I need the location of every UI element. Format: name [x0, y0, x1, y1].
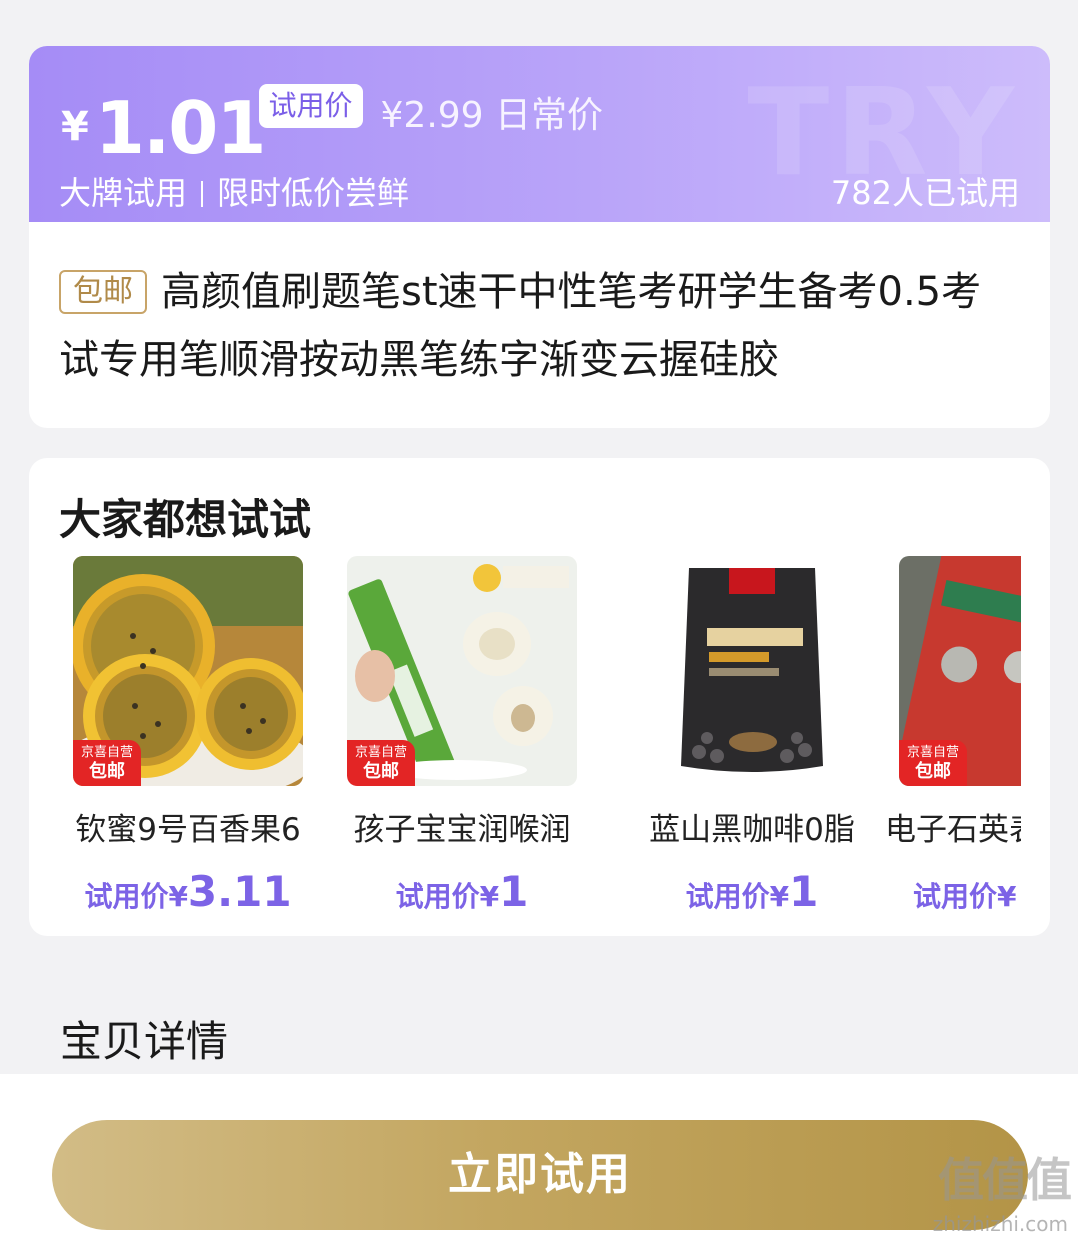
recommend-item[interactable]: 京喜自营 包邮 孩子宝宝润喉润 试用价¥1: [327, 556, 597, 916]
item-name[interactable]: 孩子宝宝润喉润: [327, 804, 597, 849]
daily-price: ¥2.99 日常价: [380, 95, 604, 136]
trial-count: 782人已试用: [830, 174, 1020, 212]
detail-section-title: 宝贝详情: [60, 1017, 229, 1066]
product-title: 包邮 高颜值刷题笔st速干中性笔考研学生备考0.5考试专用笔顺滑按动黑笔练字渐变云…: [59, 258, 1020, 394]
currency-symbol: ¥: [61, 104, 89, 150]
recommend-item[interactable]: 京喜自营 包邮 电子石英表 试用价¥: [879, 556, 1021, 916]
item-name[interactable]: 钦蜜9号百香果6: [59, 804, 323, 849]
passion-fruit-image[interactable]: 京喜自营 包邮: [73, 556, 303, 786]
store-badge-line2: 包邮: [915, 761, 951, 782]
bottom-action-bar: 立即试用 值值值 zhizhizhi.com: [0, 1074, 1078, 1246]
trial-price-tag: 试用价: [258, 84, 363, 128]
store-badge: 京喜自营 包邮: [899, 740, 967, 786]
product-title-area: 包邮 高颜值刷题笔st速干中性笔考研学生备考0.5考试专用笔顺滑按动黑笔练字渐变云…: [29, 222, 1050, 394]
recommend-list[interactable]: 京喜自营 包邮 钦蜜9号百香果6 试用价¥3.11 京喜自营 包邮 孩子宝宝润喉…: [59, 556, 1021, 916]
item-price-value: 1: [789, 867, 819, 916]
black-coffee-image[interactable]: [637, 556, 867, 786]
try-now-button[interactable]: 立即试用: [52, 1120, 1028, 1230]
banner-subtitle: 大牌试用 限时低价尝鲜: [59, 168, 409, 214]
page: TRY ¥ 1.01 试用价 ¥2.99 日常价 大牌试用 限时低价尝鲜 782人…: [0, 0, 1078, 1246]
free-shipping-badge: 包邮: [59, 270, 147, 314]
item-price: 试用价¥: [879, 867, 1021, 916]
subtitle-promo: 限时低价尝鲜: [217, 174, 410, 212]
black-coffee-icon: [637, 556, 867, 786]
subtitle-divider: [201, 181, 204, 207]
price-banner: TRY ¥ 1.01 试用价 ¥2.99 日常价 大牌试用 限时低价尝鲜 782人…: [29, 46, 1050, 222]
item-price: 试用价¥3.11: [59, 867, 323, 916]
store-badge-line1: 京喜自营: [80, 745, 133, 760]
store-badge: 京喜自营 包邮: [347, 740, 415, 786]
item-price-label: 试用价¥: [685, 880, 790, 913]
store-badge-line2: 包邮: [363, 761, 399, 782]
zhizhizhi-url: zhizhizhi.com: [932, 1212, 1068, 1236]
item-name[interactable]: 电子石英表: [879, 804, 1021, 849]
recommend-title: 大家都想试试: [59, 495, 312, 544]
item-price-label: 试用价¥: [84, 880, 188, 913]
product-title-text: 高颜值刷题笔st速干中性笔考研学生备考0.5考试专用笔顺滑按动黑笔练字渐变云握硅…: [59, 269, 982, 383]
price-row: ¥ 1.01 试用价 ¥2.99 日常价: [61, 84, 603, 164]
item-price-value: 1: [499, 867, 529, 916]
store-badge-line1: 京喜自营: [906, 745, 959, 760]
battery-image[interactable]: 京喜自营 包邮: [899, 556, 1021, 786]
item-price-label: 试用价¥: [395, 880, 500, 913]
item-price-label: 试用价¥: [913, 880, 1017, 913]
recommend-item[interactable]: 蓝山黑咖啡0脂 试用价¥1: [617, 556, 887, 916]
item-price-value: 3.11: [187, 867, 292, 916]
recommend-card: 大家都想试试 京喜自营 包邮 钦蜜9号百香果6 试用价¥3.11 京喜自营 包邮…: [29, 458, 1050, 936]
store-badge-line2: 包邮: [89, 761, 125, 782]
price-card: TRY ¥ 1.01 试用价 ¥2.99 日常价 大牌试用 限时低价尝鲜 782人…: [29, 46, 1050, 428]
item-name[interactable]: 蓝山黑咖啡0脂: [617, 804, 887, 849]
store-badge-line1: 京喜自营: [354, 745, 407, 760]
recommend-item[interactable]: 京喜自营 包邮 钦蜜9号百香果6 试用价¥3.11: [59, 556, 323, 916]
store-badge: 京喜自营 包邮: [73, 740, 141, 786]
item-price: 试用价¥1: [617, 867, 887, 916]
subtitle-brand: 大牌试用: [59, 174, 188, 212]
trial-price: 1.01: [94, 86, 267, 170]
pear-drink-image[interactable]: 京喜自营 包邮: [347, 556, 577, 786]
item-price: 试用价¥1: [327, 867, 597, 916]
zhizhizhi-logo: 值值值: [938, 1153, 1072, 1207]
